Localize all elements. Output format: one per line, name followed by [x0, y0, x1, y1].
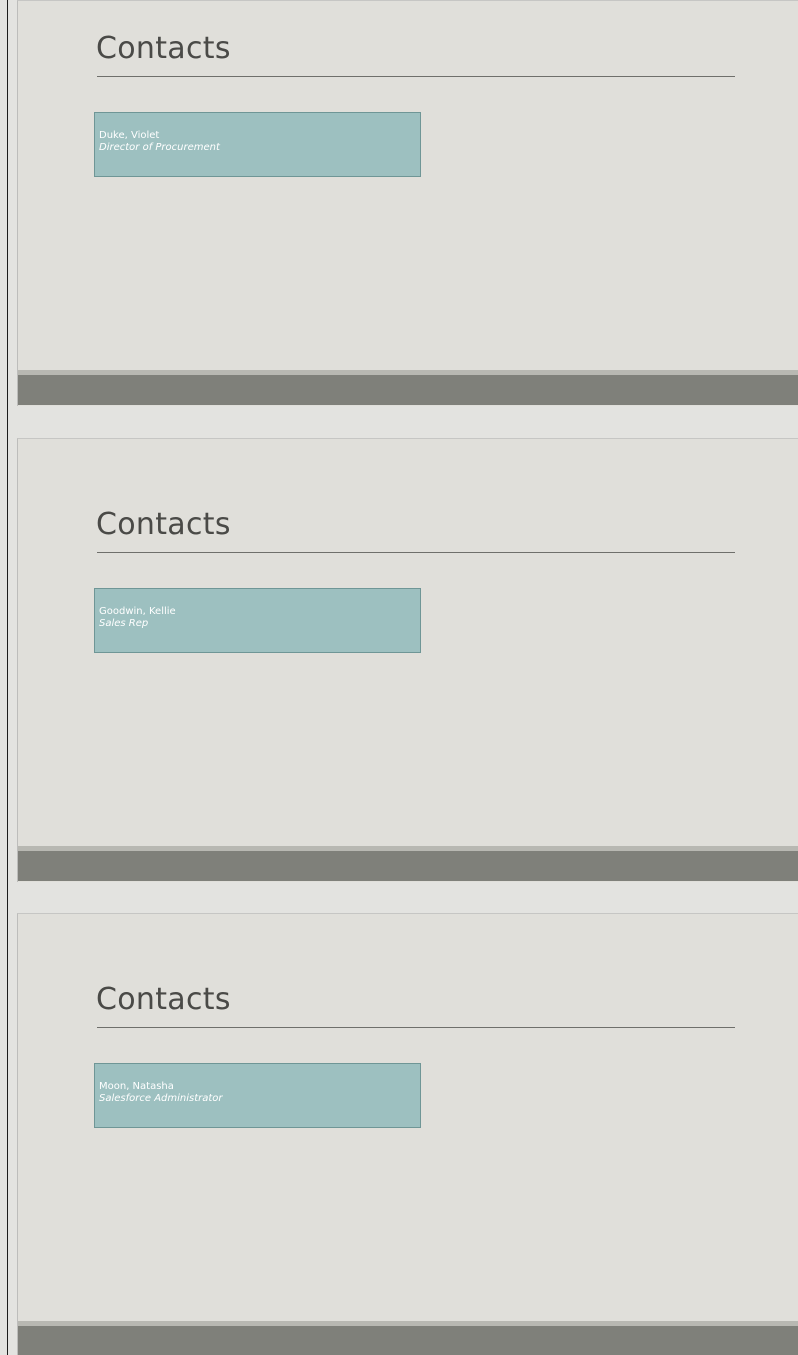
contact-role: Salesforce Administrator [99, 1093, 223, 1104]
contact-name: Moon, Natasha [99, 1081, 174, 1092]
slide-footer-bar [18, 370, 798, 405]
contact-role: Director of Procurement [99, 142, 220, 153]
slide-3[interactable]: Contacts Moon, Natasha Salesforce Admini… [17, 913, 798, 1355]
slide-footer-bar [18, 1321, 798, 1355]
title-underline [97, 1027, 735, 1028]
contact-name: Duke, Violet [99, 130, 160, 141]
contact-name: Goodwin, Kellie [99, 606, 176, 617]
slide-title: Contacts [96, 507, 231, 542]
window-left-border [7, 0, 8, 1355]
slide-title: Contacts [96, 31, 231, 66]
slide-footer-bar [18, 846, 798, 881]
contact-card[interactable]: Duke, Violet Director of Procurement [94, 112, 421, 177]
title-underline [97, 552, 735, 553]
contact-role: Sales Rep [99, 618, 149, 629]
contact-card[interactable]: Moon, Natasha Salesforce Administrator [94, 1063, 421, 1128]
slide-1[interactable]: Contacts Duke, Violet Director of Procur… [17, 0, 798, 406]
title-underline [97, 76, 735, 77]
slide-title: Contacts [96, 982, 231, 1017]
contact-card[interactable]: Goodwin, Kellie Sales Rep [94, 588, 421, 653]
slide-2[interactable]: Contacts Goodwin, Kellie Sales Rep [17, 438, 798, 882]
